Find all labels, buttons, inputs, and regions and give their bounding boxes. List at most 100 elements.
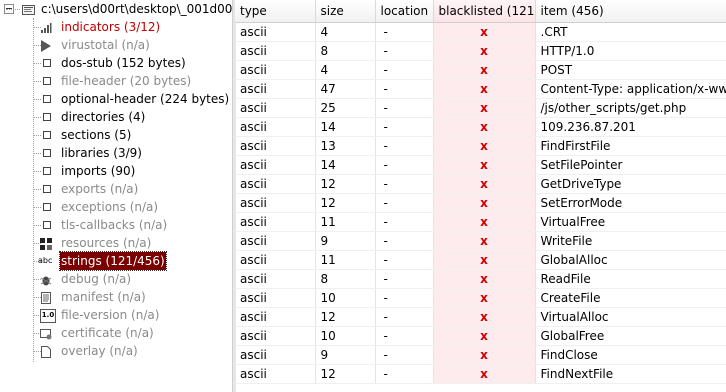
tree-connector [6, 9, 20, 10]
cell-size: 10 [315, 326, 376, 346]
cell-size: 11 [315, 250, 376, 270]
table-row[interactable]: ascii 10- x GlobalFree [235, 326, 726, 346]
tree-item-label: imports (90) [61, 164, 136, 178]
cell-blacklisted: x [433, 22, 536, 42]
cell-blacklisted: x [433, 193, 536, 213]
cell-blacklisted: x [433, 345, 536, 365]
cell-location: - [375, 155, 434, 175]
table-row[interactable]: ascii 12- x GetDriveType [235, 174, 726, 194]
tree-item-label: indicators (3/12) [61, 20, 161, 34]
cell-location: - [375, 364, 434, 384]
tree-root-label: c:\users\d00rt\desktop\_001d0000.e [41, 2, 232, 16]
cell-blacklisted: x [433, 364, 536, 384]
table-row[interactable]: ascii 11- x GlobalAlloc [235, 250, 726, 270]
page-icon [40, 345, 52, 358]
cell-location: - [375, 269, 434, 289]
cell-location: - [375, 288, 434, 308]
square-icon [40, 129, 52, 141]
cell-blacklisted: x [433, 326, 536, 346]
tree-item-label: strings (121/456) [59, 251, 167, 271]
cell-type: ascii [235, 155, 316, 175]
table-row[interactable]: ascii 13- x FindFirstFile [235, 136, 726, 156]
cell-item: GetDriveType [535, 174, 726, 194]
cell-type: ascii [235, 231, 316, 251]
table-row[interactable]: ascii 25- x/js/other_scripts/get.php [235, 98, 726, 118]
cell-size: 4 [315, 60, 376, 80]
column-header-type[interactable]: type [235, 0, 316, 23]
certificate-icon [40, 327, 52, 340]
cell-size: 12 [315, 364, 376, 384]
table-row[interactable]: ascii 12- x SetErrorMode [235, 193, 726, 213]
cell-blacklisted: x [433, 231, 536, 251]
cell-size: 12 [315, 174, 376, 194]
cell-item: FindFirstFile [535, 136, 726, 156]
cell-type: ascii [235, 364, 316, 384]
cell-size: 14 [315, 155, 376, 175]
abc-text-icon: abc [38, 256, 53, 265]
column-header-blacklisted[interactable]: blacklisted (121) [433, 0, 536, 23]
tree-item-label: resources (n/a) [61, 236, 152, 250]
cell-item: VirtualAlloc [535, 307, 726, 327]
cell-type: ascii [235, 212, 316, 232]
cell-size: 9 [315, 231, 376, 251]
table-row[interactable]: ascii 4- x .CRT [235, 22, 726, 42]
cell-type: ascii [235, 174, 316, 194]
tree-item-label: exceptions (n/a) [61, 200, 159, 214]
table-row[interactable]: ascii 14- x SetFilePointer [235, 155, 726, 175]
root-file-icon [22, 3, 35, 15]
cell-type: ascii [235, 307, 316, 327]
cell-item: Content-Type: application/x-www- [535, 79, 726, 99]
tree-item-label: virustotal (n/a) [61, 38, 150, 52]
cell-blacklisted: x [433, 307, 536, 327]
square-icon [40, 93, 52, 105]
cell-location: - [375, 60, 434, 80]
cell-type: ascii [235, 117, 316, 137]
column-header-item[interactable]: item (456) [535, 0, 726, 23]
table-row[interactable]: ascii 11- x VirtualFree [235, 212, 726, 232]
tree-item-label: file-version (n/a) [61, 308, 160, 322]
cell-blacklisted: x [433, 174, 536, 194]
cell-location: - [375, 41, 434, 61]
tree-item-label: overlay (n/a) [61, 344, 138, 358]
table-row[interactable]: ascii 47- x Content-Type: application/x-www… [235, 79, 726, 99]
column-header-size[interactable]: size [315, 0, 376, 23]
column-header-location[interactable]: location [375, 0, 434, 23]
cell-item: GlobalFree [535, 326, 726, 346]
tree-item-label: exports (n/a) [61, 182, 139, 196]
cell-blacklisted: x [433, 269, 536, 289]
table-row[interactable]: ascii 12- x FindNextFile [235, 364, 726, 384]
cell-type: ascii [235, 193, 316, 213]
cell-item: ReadFile [535, 269, 726, 289]
table-row[interactable]: ascii 4- x POST [235, 60, 726, 80]
table-row[interactable]: ascii 8- x ReadFile [235, 269, 726, 289]
cell-location: - [375, 345, 434, 365]
square-icon [40, 183, 52, 195]
table-row[interactable]: ascii 9- x FindClose [235, 345, 726, 365]
cell-location: - [375, 231, 434, 251]
cell-blacklisted: x [433, 288, 536, 308]
cell-size: 8 [315, 269, 376, 289]
cell-location: - [375, 79, 434, 99]
tree-item-label: dos-stub (152 bytes) [61, 56, 186, 70]
square-icon [40, 165, 52, 177]
cell-location: - [375, 174, 434, 194]
cell-blacklisted: x [433, 60, 536, 80]
tree-item-label: tls-callbacks (n/a) [61, 218, 168, 232]
cell-location: - [375, 22, 434, 42]
square-icon [40, 75, 52, 87]
cell-item: SetErrorMode [535, 193, 726, 213]
table-row[interactable]: ascii 9- x WriteFile [235, 231, 726, 251]
cell-location: - [375, 136, 434, 156]
table-row[interactable]: ascii 14- x 109.236.87.201 [235, 117, 726, 137]
cell-size: 4 [315, 22, 376, 42]
tree-panel: c:\users\d00rt\desktop\_001d0000.e indic… [0, 0, 232, 392]
cell-item: /js/other_scripts/get.php [535, 98, 726, 118]
version-icon: 1.0 [40, 309, 56, 323]
cell-item: SetFilePointer [535, 155, 726, 175]
tree-item-label: debug (n/a) [61, 272, 132, 286]
table-row[interactable]: ascii 10- x CreateFile [235, 288, 726, 308]
cell-item: WriteFile [535, 231, 726, 251]
table-row[interactable]: ascii 12- x VirtualAlloc [235, 307, 726, 327]
table-row[interactable]: ascii 8- x HTTP/1.0 [235, 41, 726, 61]
cell-size: 47 [315, 79, 376, 99]
